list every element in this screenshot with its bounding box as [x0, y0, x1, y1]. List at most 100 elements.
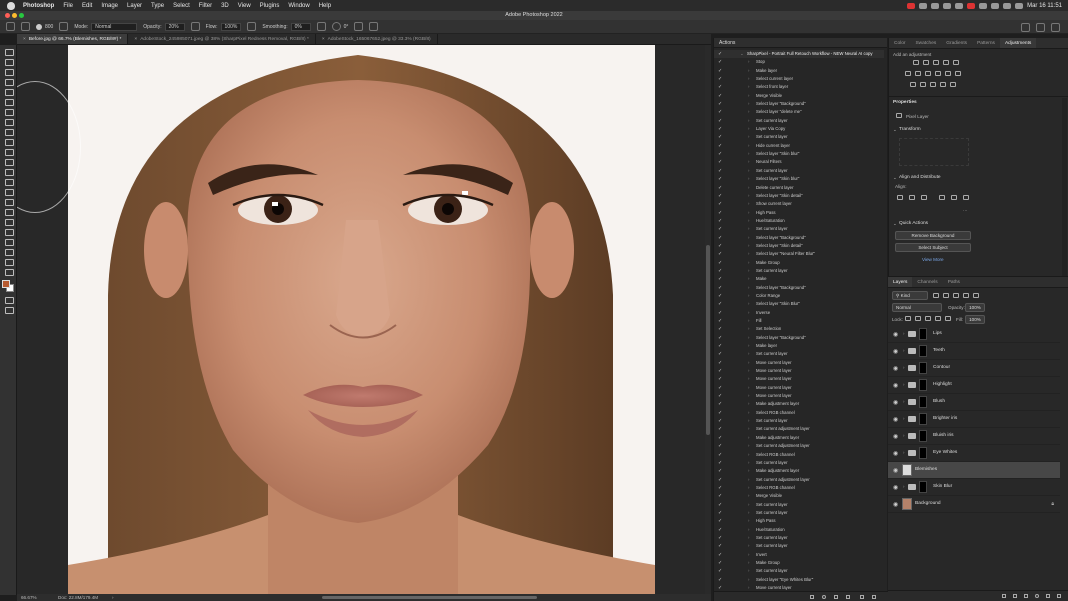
checkmark-icon[interactable]: ✓: [718, 392, 722, 400]
angle-value[interactable]: 0°: [344, 24, 349, 30]
menu-3d[interactable]: 3D: [221, 3, 229, 9]
action-step-row[interactable]: ✓ › Move current layer: [714, 392, 884, 400]
add-mask-icon[interactable]: [1024, 594, 1028, 598]
stop-icon[interactable]: [810, 595, 814, 599]
action-step-row[interactable]: ✓ › Select layer "Skin Blur": [714, 300, 884, 308]
chevron-right-icon[interactable]: ›: [748, 392, 749, 400]
tab-layers[interactable]: Layers: [888, 277, 913, 287]
opacity-input[interactable]: 20%: [164, 22, 185, 31]
chevron-right-icon[interactable]: ›: [748, 576, 749, 584]
layer-mask-thumbnail[interactable]: [919, 362, 927, 374]
pressure-opacity-icon[interactable]: [190, 22, 200, 31]
checkmark-icon[interactable]: ✓: [718, 133, 722, 141]
search-icon[interactable]: [1021, 23, 1030, 32]
chevron-right-icon[interactable]: ›: [748, 534, 749, 542]
visibility-eye-icon[interactable]: ◉: [893, 382, 898, 389]
history-brush-tool-icon[interactable]: [4, 148, 14, 156]
action-set-row[interactable]: ✓ ⌄ SharpPixel - Portrait Full Retouch Wor…: [714, 50, 884, 59]
chevron-right-icon[interactable]: ›: [748, 359, 749, 367]
tray-icon[interactable]: [979, 2, 988, 9]
healing-brush-tool-icon[interactable]: [4, 118, 14, 126]
vertical-scrollbar[interactable]: [705, 45, 711, 594]
action-step-row[interactable]: ✓ › Set current adjustment layer: [714, 425, 884, 433]
action-step-row[interactable]: ✓ › Set current layer: [714, 267, 884, 275]
layer-row[interactable]: ◉ › Highlight: [888, 377, 1060, 394]
more-icon[interactable]: ···: [963, 208, 968, 213]
action-step-row[interactable]: ✓ › Select RGB channel: [714, 451, 884, 459]
layer-thumbnail[interactable]: [902, 498, 912, 510]
chevron-right-icon[interactable]: ›: [748, 484, 749, 492]
dodge-tool-icon[interactable]: [4, 188, 14, 196]
action-step-row[interactable]: ✓ › Show current layer: [714, 200, 884, 208]
filter-pixel-icon[interactable]: [933, 293, 939, 298]
checkmark-icon[interactable]: ✓: [718, 217, 722, 225]
visibility-eye-icon[interactable]: ◉: [893, 484, 898, 491]
checkmark-icon[interactable]: ✓: [718, 334, 722, 342]
checkmark-icon[interactable]: ✓: [718, 342, 722, 350]
crop-tool-icon[interactable]: [4, 88, 14, 96]
action-step-row[interactable]: ✓ › Set current layer: [714, 501, 884, 509]
checkmark-icon[interactable]: ✓: [718, 309, 722, 317]
transform-fields[interactable]: [899, 138, 969, 166]
chevron-right-icon[interactable]: ›: [748, 225, 749, 233]
checkmark-icon[interactable]: ✓: [718, 576, 722, 584]
chevron-right-icon[interactable]: ›: [748, 467, 749, 475]
checkmark-icon[interactable]: ✓: [718, 526, 722, 534]
chevron-right-icon[interactable]: ›: [748, 292, 749, 300]
menu-layer[interactable]: Layer: [127, 3, 142, 9]
layer-style-icon[interactable]: [1013, 594, 1017, 598]
visibility-eye-icon[interactable]: ◉: [893, 433, 898, 440]
filter-adjustment-icon[interactable]: [943, 293, 949, 298]
checkmark-icon[interactable]: ✓: [718, 467, 722, 475]
maximize-window-button[interactable]: [19, 13, 24, 18]
visibility-eye-icon[interactable]: ◉: [893, 348, 898, 355]
menu-file[interactable]: File: [63, 3, 73, 9]
visibility-eye-icon[interactable]: ◉: [893, 399, 898, 406]
checkmark-icon[interactable]: ✓: [718, 409, 722, 417]
checkmark-icon[interactable]: ✓: [718, 425, 722, 433]
tray-icon[interactable]: [931, 2, 940, 9]
curves-icon[interactable]: [933, 60, 939, 65]
checkmark-icon[interactable]: ✓: [718, 442, 722, 450]
action-step-row[interactable]: ✓ › Hide current layer: [714, 142, 884, 150]
eraser-tool-icon[interactable]: [4, 158, 14, 166]
chevron-right-icon[interactable]: ›: [748, 551, 749, 559]
select-subject-button[interactable]: Select Subject: [895, 243, 971, 252]
checkmark-icon[interactable]: ✓: [718, 259, 722, 267]
menu-help[interactable]: Help: [319, 3, 331, 9]
layer-mask-thumbnail[interactable]: [919, 430, 927, 442]
layer-row[interactable]: ◉ › Skin Blur: [888, 479, 1060, 496]
hue-saturation-icon[interactable]: [905, 71, 911, 76]
chevron-right-icon[interactable]: ›: [748, 75, 749, 83]
chevron-right-icon[interactable]: ›: [748, 117, 749, 125]
action-step-row[interactable]: ✓ › Select layer "Skin blur": [714, 150, 884, 158]
chevron-right-icon[interactable]: ›: [748, 425, 749, 433]
action-step-row[interactable]: ✓ › Move current layer: [714, 384, 884, 392]
action-step-row[interactable]: ✓ › Set current adjustment layer: [714, 476, 884, 484]
action-step-row[interactable]: ✓ › Make adjustment layer: [714, 434, 884, 442]
chevron-right-icon[interactable]: ›: [903, 416, 905, 421]
chevron-right-icon[interactable]: ›: [748, 150, 749, 158]
status-menu-arrow-icon[interactable]: ›: [112, 594, 114, 601]
action-step-row[interactable]: ✓ › Set current adjustment layer: [714, 442, 884, 450]
chevron-right-icon[interactable]: ›: [748, 259, 749, 267]
layer-mask-thumbnail[interactable]: [919, 413, 927, 425]
visibility-eye-icon[interactable]: ◉: [893, 501, 898, 508]
action-step-row[interactable]: ✓ › Select layer "Skin blur": [714, 175, 884, 183]
action-step-row[interactable]: ✓ › Merge Visible: [714, 492, 884, 500]
view-more-link[interactable]: View More: [922, 257, 944, 262]
brush-preset-picker[interactable]: 800: [36, 23, 53, 30]
threshold-icon[interactable]: [930, 82, 936, 87]
mode-select[interactable]: Normal: [91, 22, 138, 31]
action-step-row[interactable]: ✓ › Stop: [714, 58, 884, 66]
action-step-row[interactable]: ✓ › Select layer "Neural Filter Blur": [714, 250, 884, 258]
control-center-icon[interactable]: [1015, 2, 1024, 9]
quick-actions-section[interactable]: Quick Actions: [899, 221, 928, 226]
checkmark-icon[interactable]: ✓: [718, 234, 722, 242]
eyedropper-tool-icon[interactable]: [4, 108, 14, 116]
checkmark-icon[interactable]: ✓: [718, 476, 722, 484]
checkmark-icon[interactable]: ✓: [718, 125, 722, 133]
checkmark-icon[interactable]: ✓: [718, 417, 722, 425]
chevron-right-icon[interactable]: ›: [748, 509, 749, 517]
document-tab[interactable]: × AdobeStock_245985071.jpeg @ 38% (SharpP…: [128, 34, 316, 44]
